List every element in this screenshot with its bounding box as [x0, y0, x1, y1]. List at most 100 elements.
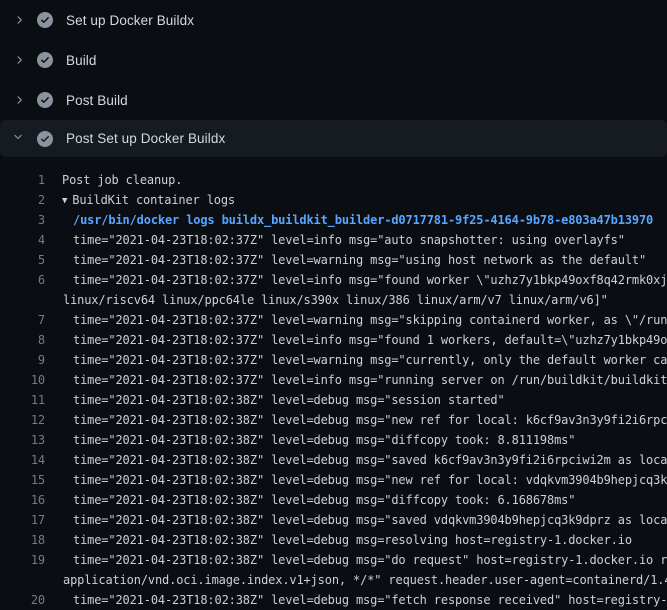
- log-text-content: time="2021-04-23T18:02:37Z" level=warnin…: [73, 313, 667, 327]
- log-line: 6 ▼time="2021-04-23T18:02:37Z" level=inf…: [0, 270, 667, 290]
- line-number[interactable]: 2: [0, 190, 45, 210]
- chevron-right-icon[interactable]: [12, 12, 26, 28]
- log-text: ▼time="2021-04-23T18:02:38Z" level=debug…: [73, 550, 667, 570]
- log-text: ▼linux/riscv64 linux/ppc64le linux/s390x…: [63, 290, 608, 310]
- step-row-post-build[interactable]: Post Build: [0, 80, 667, 120]
- line-number[interactable]: 20: [0, 590, 45, 610]
- chevron-right-icon[interactable]: [12, 52, 26, 68]
- log-text-content: Post job cleanup.: [62, 173, 182, 187]
- log-text: ▼time="2021-04-23T18:02:38Z" level=debug…: [73, 430, 575, 450]
- log-text-content: time="2021-04-23T18:02:38Z" level=debug …: [73, 393, 505, 407]
- log-text: ▼time="2021-04-23T18:02:38Z" level=debug…: [73, 510, 667, 530]
- log-line: 19 ▼time="2021-04-23T18:02:38Z" level=de…: [0, 550, 667, 570]
- log-line: 16 ▼time="2021-04-23T18:02:38Z" level=de…: [0, 490, 667, 510]
- line-number[interactable]: 18: [0, 530, 45, 550]
- line-number[interactable]: 1: [0, 170, 45, 190]
- line-number[interactable]: 9: [0, 350, 45, 370]
- log-line: 11 ▼time="2021-04-23T18:02:38Z" level=de…: [0, 390, 667, 410]
- line-number[interactable]: 4: [0, 230, 45, 250]
- line-number[interactable]: 14: [0, 450, 45, 470]
- chevron-down-icon[interactable]: [12, 131, 26, 147]
- log-line: 20 ▼time="2021-04-23T18:02:38Z" level=de…: [0, 590, 667, 610]
- log-text: ▼time="2021-04-23T18:02:37Z" level=info …: [73, 230, 625, 250]
- log-line: 7 ▼time="2021-04-23T18:02:37Z" level=war…: [0, 310, 667, 330]
- step-label: Post Build: [66, 93, 128, 108]
- step-label: Post Set up Docker Buildx: [66, 131, 225, 146]
- log-line: ▼linux/riscv64 linux/ppc64le linux/s390x…: [0, 290, 667, 310]
- log-text-content: time="2021-04-23T18:02:38Z" level=debug …: [73, 553, 667, 567]
- log-text-content: time="2021-04-23T18:02:37Z" level=info m…: [73, 373, 667, 387]
- check-circle-icon: [37, 52, 53, 68]
- step-row-build[interactable]: Build: [0, 40, 667, 80]
- log-line: 17 ▼time="2021-04-23T18:02:38Z" level=de…: [0, 510, 667, 530]
- check-circle-icon: [37, 131, 53, 147]
- step-label: Build: [66, 53, 97, 68]
- log-text-content: time="2021-04-23T18:02:37Z" level=warnin…: [73, 353, 667, 367]
- line-number[interactable]: 10: [0, 370, 45, 390]
- workflow-log-panel: Set up Docker Buildx Build: [0, 0, 667, 610]
- line-number[interactable]: 15: [0, 470, 45, 490]
- line-number[interactable]: 17: [0, 510, 45, 530]
- log-text: ▼time="2021-04-23T18:02:38Z" level=debug…: [73, 470, 667, 490]
- log-line: 18 ▼time="2021-04-23T18:02:38Z" level=de…: [0, 530, 667, 550]
- log-text-content: linux/riscv64 linux/ppc64le linux/s390x …: [63, 293, 608, 307]
- line-number[interactable]: 3: [0, 210, 45, 230]
- log-text-content: application/vnd.oci.image.index.v1+json,…: [63, 573, 667, 587]
- line-number[interactable]: 11: [0, 390, 45, 410]
- line-number: [0, 290, 45, 310]
- log-text: ▼time="2021-04-23T18:02:38Z" level=debug…: [73, 530, 632, 550]
- log-text: ▼time="2021-04-23T18:02:37Z" level=warni…: [73, 250, 646, 270]
- log-text-content: time="2021-04-23T18:02:38Z" level=debug …: [73, 513, 667, 527]
- log-text: ▼time="2021-04-23T18:02:37Z" level=info …: [73, 270, 667, 290]
- log-line: 2 ▼ BuildKit container logs: [0, 190, 667, 210]
- log-line: 15 ▼time="2021-04-23T18:02:38Z" level=de…: [0, 470, 667, 490]
- step-row-set-up-docker-buildx[interactable]: Set up Docker Buildx: [0, 0, 667, 40]
- log-line: 13 ▼time="2021-04-23T18:02:38Z" level=de…: [0, 430, 667, 450]
- log-text: ▼/usr/bin/docker logs buildx_buildkit_bu…: [73, 210, 653, 230]
- check-circle-icon: [37, 12, 53, 28]
- log-text: ▼time="2021-04-23T18:02:37Z" level=warni…: [73, 350, 667, 370]
- log-line: 5 ▼time="2021-04-23T18:02:37Z" level=war…: [0, 250, 667, 270]
- log-text: ▼time="2021-04-23T18:02:38Z" level=debug…: [73, 410, 667, 430]
- log-area: 1 ▼Post job cleanup. 2 ▼ BuildKit contain…: [0, 158, 667, 610]
- log-text: ▼Post job cleanup.: [62, 170, 182, 190]
- log-line: 4 ▼time="2021-04-23T18:02:37Z" level=inf…: [0, 230, 667, 250]
- line-number[interactable]: 6: [0, 270, 45, 290]
- log-text: ▼application/vnd.oci.image.index.v1+json…: [63, 570, 667, 590]
- log-text-content: time="2021-04-23T18:02:37Z" level=warnin…: [73, 253, 646, 267]
- log-text-content: time="2021-04-23T18:02:38Z" level=debug …: [73, 593, 667, 607]
- log-text: ▼time="2021-04-23T18:02:38Z" level=debug…: [73, 390, 505, 410]
- log-line: 14 ▼time="2021-04-23T18:02:38Z" level=de…: [0, 450, 667, 470]
- log-text: ▼time="2021-04-23T18:02:38Z" level=debug…: [73, 590, 667, 610]
- line-number[interactable]: 13: [0, 430, 45, 450]
- log-text-content: time="2021-04-23T18:02:37Z" level=info m…: [73, 333, 667, 347]
- log-text-content: time="2021-04-23T18:02:37Z" level=info m…: [73, 233, 625, 247]
- line-number[interactable]: 7: [0, 310, 45, 330]
- log-text-content: time="2021-04-23T18:02:38Z" level=debug …: [73, 433, 575, 447]
- line-number[interactable]: 5: [0, 250, 45, 270]
- log-line: ▼application/vnd.oci.image.index.v1+json…: [0, 570, 667, 590]
- line-number: [0, 570, 45, 590]
- line-number[interactable]: 16: [0, 490, 45, 510]
- log-text-content: time="2021-04-23T18:02:38Z" level=debug …: [73, 413, 667, 427]
- log-text: ▼ BuildKit container logs: [62, 190, 235, 210]
- line-number[interactable]: 8: [0, 330, 45, 350]
- log-text-content: time="2021-04-23T18:02:38Z" level=debug …: [73, 533, 632, 547]
- log-text-content: time="2021-04-23T18:02:38Z" level=debug …: [73, 453, 667, 467]
- line-number[interactable]: 19: [0, 550, 45, 570]
- collapse-triangle-icon[interactable]: ▼: [62, 196, 67, 206]
- line-number[interactable]: 12: [0, 410, 45, 430]
- log-line: 10 ▼time="2021-04-23T18:02:37Z" level=in…: [0, 370, 667, 390]
- steps-list: Set up Docker Buildx Build: [0, 0, 667, 157]
- log-line: 8 ▼time="2021-04-23T18:02:37Z" level=inf…: [0, 330, 667, 350]
- step-label: Set up Docker Buildx: [66, 13, 194, 28]
- log-line: 1 ▼Post job cleanup.: [0, 170, 667, 190]
- step-row-post-set-up-docker-buildx[interactable]: Post Set up Docker Buildx: [0, 120, 667, 157]
- log-text: ▼time="2021-04-23T18:02:38Z" level=debug…: [73, 450, 667, 470]
- log-text-content: /usr/bin/docker logs buildx_buildkit_bui…: [73, 213, 653, 227]
- log-line: 3 ▼/usr/bin/docker logs buildx_buildkit_…: [0, 210, 667, 230]
- log-text-content: time="2021-04-23T18:02:38Z" level=debug …: [73, 473, 667, 487]
- log-text-content: time="2021-04-23T18:02:38Z" level=debug …: [73, 493, 575, 507]
- chevron-right-icon[interactable]: [12, 92, 26, 108]
- log-text-content: BuildKit container logs: [72, 193, 235, 207]
